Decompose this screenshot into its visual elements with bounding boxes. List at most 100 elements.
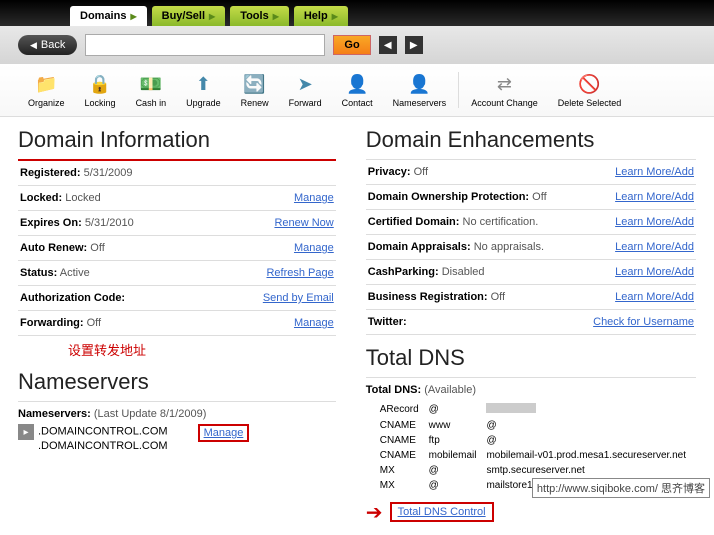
tool-locking[interactable]: 🔒Locking: [75, 72, 126, 108]
tool-renew[interactable]: 🔄Renew: [231, 72, 279, 108]
info-row: CashParking: Disabled Learn More/Add: [366, 260, 696, 285]
row-value: Active: [60, 267, 90, 279]
watermark: http://www.siqiboke.com/ 思齐博客: [532, 478, 710, 498]
tab-tools[interactable]: Tools▶: [230, 6, 289, 26]
total-dns-control-link[interactable]: Total DNS Control: [390, 502, 494, 522]
next-button[interactable]: ▶: [405, 36, 423, 54]
info-row: Registered: 5/31/2009: [18, 161, 336, 186]
tool-contact[interactable]: 👤Contact: [332, 72, 383, 108]
row-action-link[interactable]: Manage: [294, 317, 334, 329]
locking-icon: 🔒: [88, 72, 112, 96]
search-bar: Back Go ◀ ▶: [0, 26, 714, 64]
info-row: Status: Active Refresh Page: [18, 261, 336, 286]
row-action-link[interactable]: Learn More/Add: [615, 216, 694, 228]
tool-delete-selected[interactable]: 🚫Delete Selected: [548, 72, 632, 108]
row-label: Authorization Code:: [20, 292, 125, 304]
row-value: Off: [491, 291, 505, 303]
go-button[interactable]: Go: [333, 35, 370, 55]
account-change-icon: ⇄: [492, 72, 516, 96]
tab-buysell[interactable]: Buy/Sell▶: [152, 6, 226, 26]
info-row: Twitter: Check for Username: [366, 310, 696, 335]
expand-icon[interactable]: ▸: [18, 424, 34, 440]
dns-record-row: MX@smtp.secureserver.net: [368, 464, 694, 477]
cash-in-icon: 💵: [139, 72, 163, 96]
info-row: Forwarding: OffManage: [18, 311, 336, 336]
row-action-link[interactable]: Check for Username: [593, 316, 694, 328]
chevron-right-icon: ▶: [209, 12, 215, 21]
row-value: Locked: [65, 192, 100, 204]
prev-button[interactable]: ◀: [379, 36, 397, 54]
dns-record-row: ARecord@: [368, 402, 694, 417]
row-value: Disabled: [442, 266, 485, 278]
tool-organize[interactable]: 📁Organize: [18, 72, 75, 108]
row-value: Off: [87, 317, 101, 329]
left-column: Domain Information Registered: 5/31/2009…: [18, 127, 336, 525]
tool-nameservers[interactable]: 👤Nameservers: [383, 72, 457, 108]
row-label: Auto Renew:: [20, 242, 87, 254]
info-row: Locked: Locked Manage: [18, 186, 336, 211]
nameservers-updated: (Last Update 8/1/2009): [94, 408, 207, 420]
row-label: Twitter:: [368, 316, 407, 328]
back-button[interactable]: Back: [18, 35, 77, 55]
row-value: No appraisals.: [474, 241, 544, 253]
nameservers-label: Nameservers:: [18, 408, 91, 420]
info-row: Certified Domain: No certification.Learn…: [366, 210, 696, 235]
forward-icon: ➤: [293, 72, 317, 96]
info-row: Authorization Code: Send by Email: [18, 286, 336, 311]
row-label: Expires On:: [20, 217, 82, 229]
chevron-right-icon: ▶: [332, 12, 338, 21]
manage-nameservers-link[interactable]: Manage: [198, 424, 250, 442]
info-row: Auto Renew: OffManage: [18, 236, 336, 261]
tab-help[interactable]: Help▶: [294, 6, 348, 26]
tool-upgrade[interactable]: ⬆Upgrade: [176, 72, 231, 108]
nameservers-icon: 👤: [407, 72, 431, 96]
tool-forward[interactable]: ➤Forward: [279, 72, 332, 108]
row-action-link[interactable]: Learn More/Add: [615, 291, 694, 303]
arrow-right-icon: ➔: [366, 502, 383, 524]
nameservers-title: Nameservers: [18, 369, 336, 395]
dns-record-row: CNAMEftp@: [368, 434, 694, 447]
info-row: Domain Ownership Protection: OffLearn Mo…: [366, 185, 696, 210]
chevron-right-icon: ▶: [130, 12, 136, 21]
row-action-link[interactable]: Refresh Page: [266, 267, 333, 279]
row-label: CashParking:: [368, 266, 439, 278]
dns-record-row: CNAMEwww@: [368, 419, 694, 432]
domain-info-title: Domain Information: [18, 127, 336, 153]
total-dns-title: Total DNS: [366, 345, 696, 371]
renew-icon: 🔄: [243, 72, 267, 96]
row-action-link[interactable]: Renew Now: [274, 217, 333, 229]
info-row: Privacy: OffLearn More/Add: [366, 160, 696, 185]
row-label: Business Registration:: [368, 291, 488, 303]
row-action-link[interactable]: Learn More/Add: [615, 191, 694, 203]
row-label: Privacy:: [368, 166, 411, 178]
row-label: Status:: [20, 267, 57, 279]
delete-selected-icon: 🚫: [578, 72, 602, 96]
upgrade-icon: ⬆: [191, 72, 215, 96]
row-label: Registered:: [20, 167, 81, 179]
row-label: Certified Domain:: [368, 216, 460, 228]
chevron-right-icon: ▶: [273, 12, 279, 21]
nameservers-list: ▸.DOMAINCONTROL.COM .DOMAINCONTROL.COM: [18, 424, 168, 452]
row-action-link[interactable]: Learn More/Add: [615, 241, 694, 253]
top-tabs: Domains▶ Buy/Sell▶ Tools▶ Help▶: [0, 0, 714, 26]
row-label: Domain Appraisals:: [368, 241, 471, 253]
row-action-link[interactable]: Learn More/Add: [615, 166, 694, 178]
toolbar: 📁Organize🔒Locking💵Cash in⬆Upgrade🔄Renew➤…: [0, 64, 714, 117]
row-action-link[interactable]: Manage: [294, 192, 334, 204]
right-column: Domain Enhancements Privacy: OffLearn Mo…: [366, 127, 696, 525]
row-action-link[interactable]: Learn More/Add: [615, 266, 694, 278]
tab-domains[interactable]: Domains▶: [70, 6, 147, 26]
row-value: 5/31/2009: [84, 167, 133, 179]
row-action-link[interactable]: Send by Email: [263, 292, 334, 304]
organize-icon: 📁: [34, 72, 58, 96]
info-row: Domain Appraisals: No appraisals. Learn M…: [366, 235, 696, 260]
tool-account-change[interactable]: ⇄Account Change: [461, 72, 548, 108]
row-label: Locked:: [20, 192, 62, 204]
row-action-link[interactable]: Manage: [294, 242, 334, 254]
row-label: Domain Ownership Protection:: [368, 191, 529, 203]
tool-cash-in[interactable]: 💵Cash in: [126, 72, 177, 108]
domain-search-input[interactable]: [85, 34, 325, 56]
forwarding-annotation: 设置转发地址: [18, 336, 336, 359]
domain-enhancements-title: Domain Enhancements: [366, 127, 696, 153]
info-row: Expires On: 5/31/2010Renew Now: [18, 211, 336, 236]
